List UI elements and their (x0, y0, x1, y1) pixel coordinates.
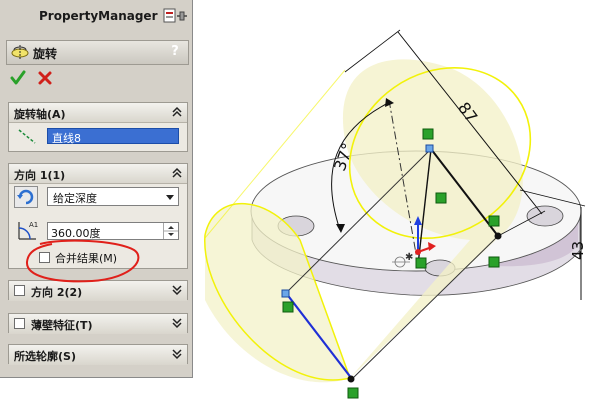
direction1-section-title: 方向 1(1) (14, 169, 66, 182)
rotation-axis-value: 直线8 (52, 132, 81, 145)
expand-chevron-icon[interactable] (171, 317, 183, 329)
graphics-viewport[interactable]: 37° 87 43 ✱ (193, 0, 596, 403)
sketch-point[interactable] (494, 232, 502, 240)
sketch-point[interactable] (425, 144, 434, 153)
thin-feature-section: 薄壁特征(T) (8, 313, 188, 334)
sketch-point[interactable] (347, 375, 355, 383)
axis-section-header[interactable]: 旋转轴(A) (9, 103, 187, 123)
expand-chevron-icon[interactable] (171, 348, 183, 360)
panel-title-bar: PropertyManager (2, 4, 191, 30)
axis-line-icon (18, 129, 36, 144)
sketch-point[interactable] (281, 289, 290, 298)
cancel-x-icon[interactable] (37, 70, 53, 86)
ok-check-icon[interactable] (10, 70, 26, 86)
direction2-checkbox[interactable] (14, 285, 25, 296)
hole-right (526, 205, 564, 227)
axis-section: 旋转轴(A) 直线8 (8, 102, 188, 152)
collapse-chevron-icon[interactable] (171, 167, 183, 179)
expand-chevron-icon[interactable] (171, 284, 183, 296)
feature-header: 旋转 ? (6, 40, 189, 65)
reverse-direction-icon[interactable] (14, 186, 38, 208)
svg-text:✱: ✱ (405, 252, 413, 263)
revolve-feature-icon (11, 45, 29, 59)
svg-text:A1: A1 (29, 221, 38, 229)
collapse-chevron-icon[interactable] (171, 106, 183, 118)
end-condition-select[interactable]: 给定深度 (47, 187, 179, 206)
feature-name: 旋转 (33, 47, 58, 61)
selected-contours-section: 所选轮廓(S) (8, 344, 188, 365)
direction2-section-header[interactable]: 方向 2(2) (9, 281, 187, 301)
panel-title: PropertyManager (39, 9, 158, 23)
axis-section-title: 旋转轴(A) (14, 108, 66, 121)
red-annotation-circle (25, 239, 140, 283)
thin-feature-checkbox[interactable] (14, 318, 25, 329)
rotation-axis-field[interactable]: 直线8 (47, 128, 179, 145)
pin-icon[interactable] (163, 7, 189, 25)
direction1-section-header[interactable]: 方向 1(1) (9, 164, 187, 184)
selected-contours-section-header[interactable]: 所选轮廓(S) (9, 345, 187, 365)
help-button[interactable]: ? (167, 43, 183, 61)
angle-spinner[interactable] (163, 223, 178, 239)
height-dimension-label[interactable]: 43 (569, 241, 587, 260)
property-manager-panel: PropertyManager 旋转 ? 旋转轴(A) 直线8 方向 1(1) … (0, 0, 193, 378)
direction2-section-title: 方向 2(2) (31, 286, 83, 299)
thin-feature-section-title: 薄壁特征(T) (31, 319, 93, 332)
dropdown-arrow-icon (166, 195, 174, 200)
selected-contours-section-title: 所选轮廓(S) (14, 350, 76, 363)
thin-feature-section-header[interactable]: 薄壁特征(T) (9, 314, 187, 334)
end-condition-value: 给定深度 (53, 192, 97, 205)
